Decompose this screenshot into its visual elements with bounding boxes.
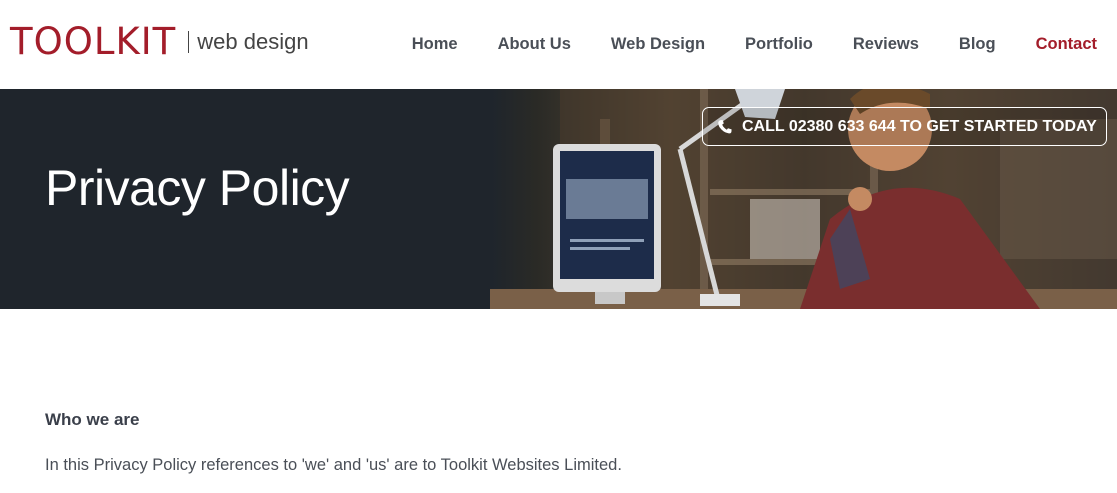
section-paragraph: In this Privacy Policy references to 'we… <box>45 456 622 474</box>
phone-icon <box>717 119 733 135</box>
nav-contact[interactable]: Contact <box>1036 35 1097 54</box>
nav-about-us[interactable]: About Us <box>498 35 571 54</box>
policy-content: Who we are In this Privacy Policy refere… <box>45 410 1075 474</box>
page-title: Privacy Policy <box>45 160 350 216</box>
hero-banner: Privacy Policy CALL 02380 633 644 TO GET… <box>0 89 1117 309</box>
nav-web-design[interactable]: Web Design <box>611 35 705 54</box>
logo[interactable]: TOOLKIT web design <box>10 22 309 62</box>
main-nav: Home About Us Web Design Portfolio Revie… <box>372 0 1097 89</box>
cta-label: CALL 02380 633 644 TO GET STARTED TODAY <box>742 117 1097 135</box>
nav-blog[interactable]: Blog <box>959 35 996 54</box>
nav-portfolio[interactable]: Portfolio <box>745 35 813 54</box>
nav-reviews[interactable]: Reviews <box>853 35 919 54</box>
site-header: TOOLKIT web design Home About Us Web Des… <box>0 0 1117 89</box>
call-to-action-button[interactable]: CALL 02380 633 644 TO GET STARTED TODAY <box>702 107 1107 146</box>
nav-home[interactable]: Home <box>412 35 458 54</box>
section-heading: Who we are <box>45 410 140 429</box>
logo-wordmark: TOOLKIT <box>10 20 177 63</box>
logo-divider <box>188 31 190 53</box>
logo-tagline: web design <box>197 29 309 54</box>
